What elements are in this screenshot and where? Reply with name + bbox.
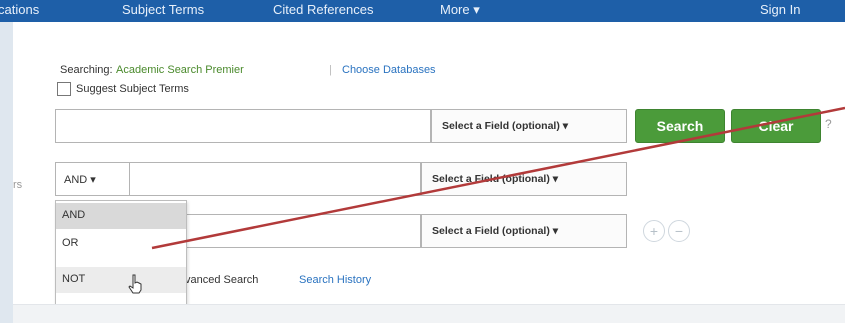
annotation-arrow-line xyxy=(151,106,845,250)
